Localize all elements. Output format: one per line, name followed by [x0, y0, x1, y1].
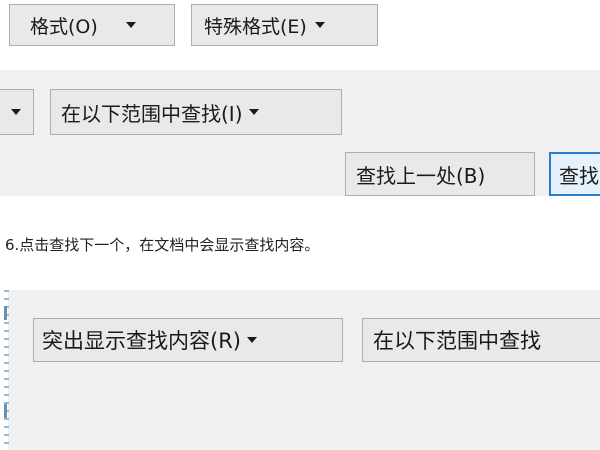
highlight-button-label: 突出显示查找内容(R): [42, 329, 241, 353]
chevron-down-icon: [248, 109, 259, 115]
chevron-down-icon: [246, 337, 257, 343]
chevron-down-icon: [314, 22, 325, 28]
find-in-button-label-bottom: 在以下范围中查找: [373, 329, 541, 353]
find-next-button[interactable]: 查找: [549, 152, 600, 196]
chevron-down-icon: [11, 109, 21, 115]
find-previous-button-label: 查找上一处(B): [356, 163, 486, 188]
find-previous-button[interactable]: 查找上一处(B): [345, 152, 535, 196]
previous-dropdown-button-partial[interactable]: [0, 89, 34, 135]
ruler-marker: [4, 306, 7, 320]
chevron-down-icon: [125, 22, 136, 28]
bottom-dialog-panel: [8, 290, 600, 450]
find-in-dropdown-button[interactable]: 在以下范围中查找(I): [50, 89, 342, 135]
find-next-button-label: 查找: [559, 163, 599, 188]
format-dropdown-button[interactable]: 格式(O): [9, 4, 175, 46]
step-caption: 6.点击查找下一个，在文档中会显示查找内容。: [5, 236, 320, 254]
special-format-dropdown-button[interactable]: 特殊格式(E): [191, 4, 378, 46]
find-in-button-label: 在以下范围中查找(I): [61, 101, 243, 126]
highlight-find-results-dropdown-button[interactable]: 突出显示查找内容(R): [33, 318, 343, 362]
special-format-button-label: 特殊格式(E): [204, 15, 307, 38]
find-in-dropdown-button-bottom[interactable]: 在以下范围中查找: [362, 318, 600, 362]
ruler-marker: [4, 404, 7, 418]
format-button-label: 格式(O): [30, 15, 98, 38]
